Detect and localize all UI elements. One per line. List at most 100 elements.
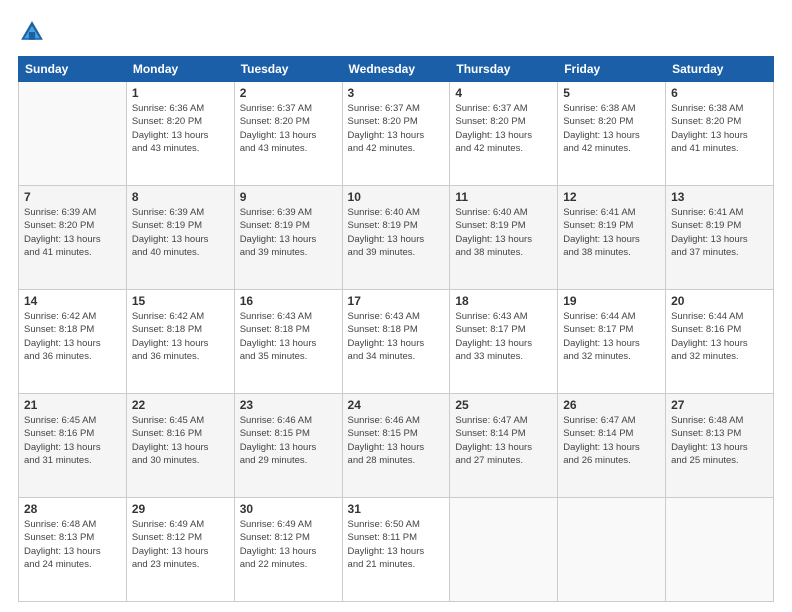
calendar-cell: 7 Sunrise: 6:39 AM Sunset: 8:20 PM Daylig… <box>19 186 127 290</box>
calendar-cell: 27 Sunrise: 6:48 AM Sunset: 8:13 PM Dayli… <box>666 394 774 498</box>
calendar-week-1: 1Sunrise: 6:36 AM Sunset: 8:20 PM Daylig… <box>19 82 774 186</box>
day-number: 28 <box>24 502 121 516</box>
day-number: 2 <box>240 86 337 100</box>
day-info: Sunrise: 6:45 AM Sunset: 8:16 PM Dayligh… <box>24 414 121 467</box>
day-info: Sunrise: 6:44 AM Sunset: 8:16 PM Dayligh… <box>671 310 768 363</box>
calendar-header-wednesday: Wednesday <box>342 57 450 82</box>
day-info: Sunrise: 6:47 AM Sunset: 8:14 PM Dayligh… <box>455 414 552 467</box>
day-number: 11 <box>455 190 552 204</box>
calendar-week-2: 7 Sunrise: 6:39 AM Sunset: 8:20 PM Daylig… <box>19 186 774 290</box>
calendar-cell: 13Sunrise: 6:41 AM Sunset: 8:19 PM Dayli… <box>666 186 774 290</box>
calendar-header-friday: Friday <box>558 57 666 82</box>
calendar-header-monday: Monday <box>126 57 234 82</box>
day-number: 21 <box>24 398 121 412</box>
day-number: 15 <box>132 294 229 308</box>
calendar-header-sunday: Sunday <box>19 57 127 82</box>
day-number: 8 <box>132 190 229 204</box>
calendar-cell: 12Sunrise: 6:41 AM Sunset: 8:19 PM Dayli… <box>558 186 666 290</box>
calendar-week-4: 21 Sunrise: 6:45 AM Sunset: 8:16 PM Dayli… <box>19 394 774 498</box>
day-number: 30 <box>240 502 337 516</box>
logo <box>18 18 50 46</box>
day-info: Sunrise: 6:40 AM Sunset: 8:19 PM Dayligh… <box>348 206 445 259</box>
day-info: Sunrise: 6:39 AM Sunset: 8:20 PM Dayligh… <box>24 206 121 259</box>
calendar-header-thursday: Thursday <box>450 57 558 82</box>
calendar-cell: 8 Sunrise: 6:39 AM Sunset: 8:19 PM Daylig… <box>126 186 234 290</box>
day-info: Sunrise: 6:38 AM Sunset: 8:20 PM Dayligh… <box>671 102 768 155</box>
calendar-cell: 29 Sunrise: 6:49 AM Sunset: 8:12 PM Dayli… <box>126 498 234 602</box>
calendar-cell <box>558 498 666 602</box>
calendar-cell: 9 Sunrise: 6:39 AM Sunset: 8:19 PM Daylig… <box>234 186 342 290</box>
day-info: Sunrise: 6:37 AM Sunset: 8:20 PM Dayligh… <box>240 102 337 155</box>
calendar-cell: 18Sunrise: 6:43 AM Sunset: 8:17 PM Dayli… <box>450 290 558 394</box>
day-info: Sunrise: 6:37 AM Sunset: 8:20 PM Dayligh… <box>348 102 445 155</box>
logo-icon <box>18 18 46 46</box>
calendar-cell: 4Sunrise: 6:37 AM Sunset: 8:20 PM Daylig… <box>450 82 558 186</box>
day-info: Sunrise: 6:41 AM Sunset: 8:19 PM Dayligh… <box>563 206 660 259</box>
calendar-header-tuesday: Tuesday <box>234 57 342 82</box>
day-info: Sunrise: 6:43 AM Sunset: 8:17 PM Dayligh… <box>455 310 552 363</box>
day-number: 23 <box>240 398 337 412</box>
calendar-cell: 15 Sunrise: 6:42 AM Sunset: 8:18 PM Dayli… <box>126 290 234 394</box>
calendar-cell: 17Sunrise: 6:43 AM Sunset: 8:18 PM Dayli… <box>342 290 450 394</box>
day-info: Sunrise: 6:48 AM Sunset: 8:13 PM Dayligh… <box>24 518 121 571</box>
calendar-cell: 25 Sunrise: 6:47 AM Sunset: 8:14 PM Dayli… <box>450 394 558 498</box>
day-info: Sunrise: 6:42 AM Sunset: 8:18 PM Dayligh… <box>24 310 121 363</box>
page: SundayMondayTuesdayWednesdayThursdayFrid… <box>0 0 792 612</box>
day-info: Sunrise: 6:48 AM Sunset: 8:13 PM Dayligh… <box>671 414 768 467</box>
day-number: 9 <box>240 190 337 204</box>
day-number: 7 <box>24 190 121 204</box>
calendar-cell <box>450 498 558 602</box>
day-info: Sunrise: 6:43 AM Sunset: 8:18 PM Dayligh… <box>240 310 337 363</box>
calendar-cell: 5Sunrise: 6:38 AM Sunset: 8:20 PM Daylig… <box>558 82 666 186</box>
calendar-cell: 6Sunrise: 6:38 AM Sunset: 8:20 PM Daylig… <box>666 82 774 186</box>
day-number: 5 <box>563 86 660 100</box>
calendar-header-row: SundayMondayTuesdayWednesdayThursdayFrid… <box>19 57 774 82</box>
day-number: 19 <box>563 294 660 308</box>
calendar-cell: 31 Sunrise: 6:50 AM Sunset: 8:11 PM Dayli… <box>342 498 450 602</box>
header <box>18 18 774 46</box>
calendar-cell: 11Sunrise: 6:40 AM Sunset: 8:19 PM Dayli… <box>450 186 558 290</box>
day-number: 16 <box>240 294 337 308</box>
calendar: SundayMondayTuesdayWednesdayThursdayFrid… <box>18 56 774 602</box>
day-number: 26 <box>563 398 660 412</box>
day-info: Sunrise: 6:41 AM Sunset: 8:19 PM Dayligh… <box>671 206 768 259</box>
calendar-cell <box>19 82 127 186</box>
calendar-week-5: 28 Sunrise: 6:48 AM Sunset: 8:13 PM Dayli… <box>19 498 774 602</box>
day-number: 24 <box>348 398 445 412</box>
day-number: 25 <box>455 398 552 412</box>
calendar-cell: 22 Sunrise: 6:45 AM Sunset: 8:16 PM Dayli… <box>126 394 234 498</box>
day-info: Sunrise: 6:46 AM Sunset: 8:15 PM Dayligh… <box>348 414 445 467</box>
calendar-header-saturday: Saturday <box>666 57 774 82</box>
calendar-cell: 14Sunrise: 6:42 AM Sunset: 8:18 PM Dayli… <box>19 290 127 394</box>
day-number: 22 <box>132 398 229 412</box>
day-info: Sunrise: 6:44 AM Sunset: 8:17 PM Dayligh… <box>563 310 660 363</box>
day-number: 4 <box>455 86 552 100</box>
day-number: 31 <box>348 502 445 516</box>
day-info: Sunrise: 6:50 AM Sunset: 8:11 PM Dayligh… <box>348 518 445 571</box>
calendar-cell: 20 Sunrise: 6:44 AM Sunset: 8:16 PM Dayli… <box>666 290 774 394</box>
calendar-cell: 28 Sunrise: 6:48 AM Sunset: 8:13 PM Dayli… <box>19 498 127 602</box>
day-info: Sunrise: 6:39 AM Sunset: 8:19 PM Dayligh… <box>132 206 229 259</box>
day-info: Sunrise: 6:46 AM Sunset: 8:15 PM Dayligh… <box>240 414 337 467</box>
day-info: Sunrise: 6:39 AM Sunset: 8:19 PM Dayligh… <box>240 206 337 259</box>
day-info: Sunrise: 6:47 AM Sunset: 8:14 PM Dayligh… <box>563 414 660 467</box>
calendar-cell: 21 Sunrise: 6:45 AM Sunset: 8:16 PM Dayli… <box>19 394 127 498</box>
day-info: Sunrise: 6:42 AM Sunset: 8:18 PM Dayligh… <box>132 310 229 363</box>
calendar-week-3: 14Sunrise: 6:42 AM Sunset: 8:18 PM Dayli… <box>19 290 774 394</box>
day-number: 27 <box>671 398 768 412</box>
calendar-cell: 16 Sunrise: 6:43 AM Sunset: 8:18 PM Dayli… <box>234 290 342 394</box>
day-number: 10 <box>348 190 445 204</box>
day-info: Sunrise: 6:49 AM Sunset: 8:12 PM Dayligh… <box>240 518 337 571</box>
calendar-cell: 23 Sunrise: 6:46 AM Sunset: 8:15 PM Dayli… <box>234 394 342 498</box>
calendar-cell: 24 Sunrise: 6:46 AM Sunset: 8:15 PM Dayli… <box>342 394 450 498</box>
day-number: 29 <box>132 502 229 516</box>
calendar-cell: 19 Sunrise: 6:44 AM Sunset: 8:17 PM Dayli… <box>558 290 666 394</box>
calendar-cell: 26 Sunrise: 6:47 AM Sunset: 8:14 PM Dayli… <box>558 394 666 498</box>
day-info: Sunrise: 6:36 AM Sunset: 8:20 PM Dayligh… <box>132 102 229 155</box>
calendar-cell <box>666 498 774 602</box>
day-info: Sunrise: 6:45 AM Sunset: 8:16 PM Dayligh… <box>132 414 229 467</box>
calendar-cell: 30 Sunrise: 6:49 AM Sunset: 8:12 PM Dayli… <box>234 498 342 602</box>
day-number: 20 <box>671 294 768 308</box>
day-info: Sunrise: 6:49 AM Sunset: 8:12 PM Dayligh… <box>132 518 229 571</box>
day-number: 17 <box>348 294 445 308</box>
